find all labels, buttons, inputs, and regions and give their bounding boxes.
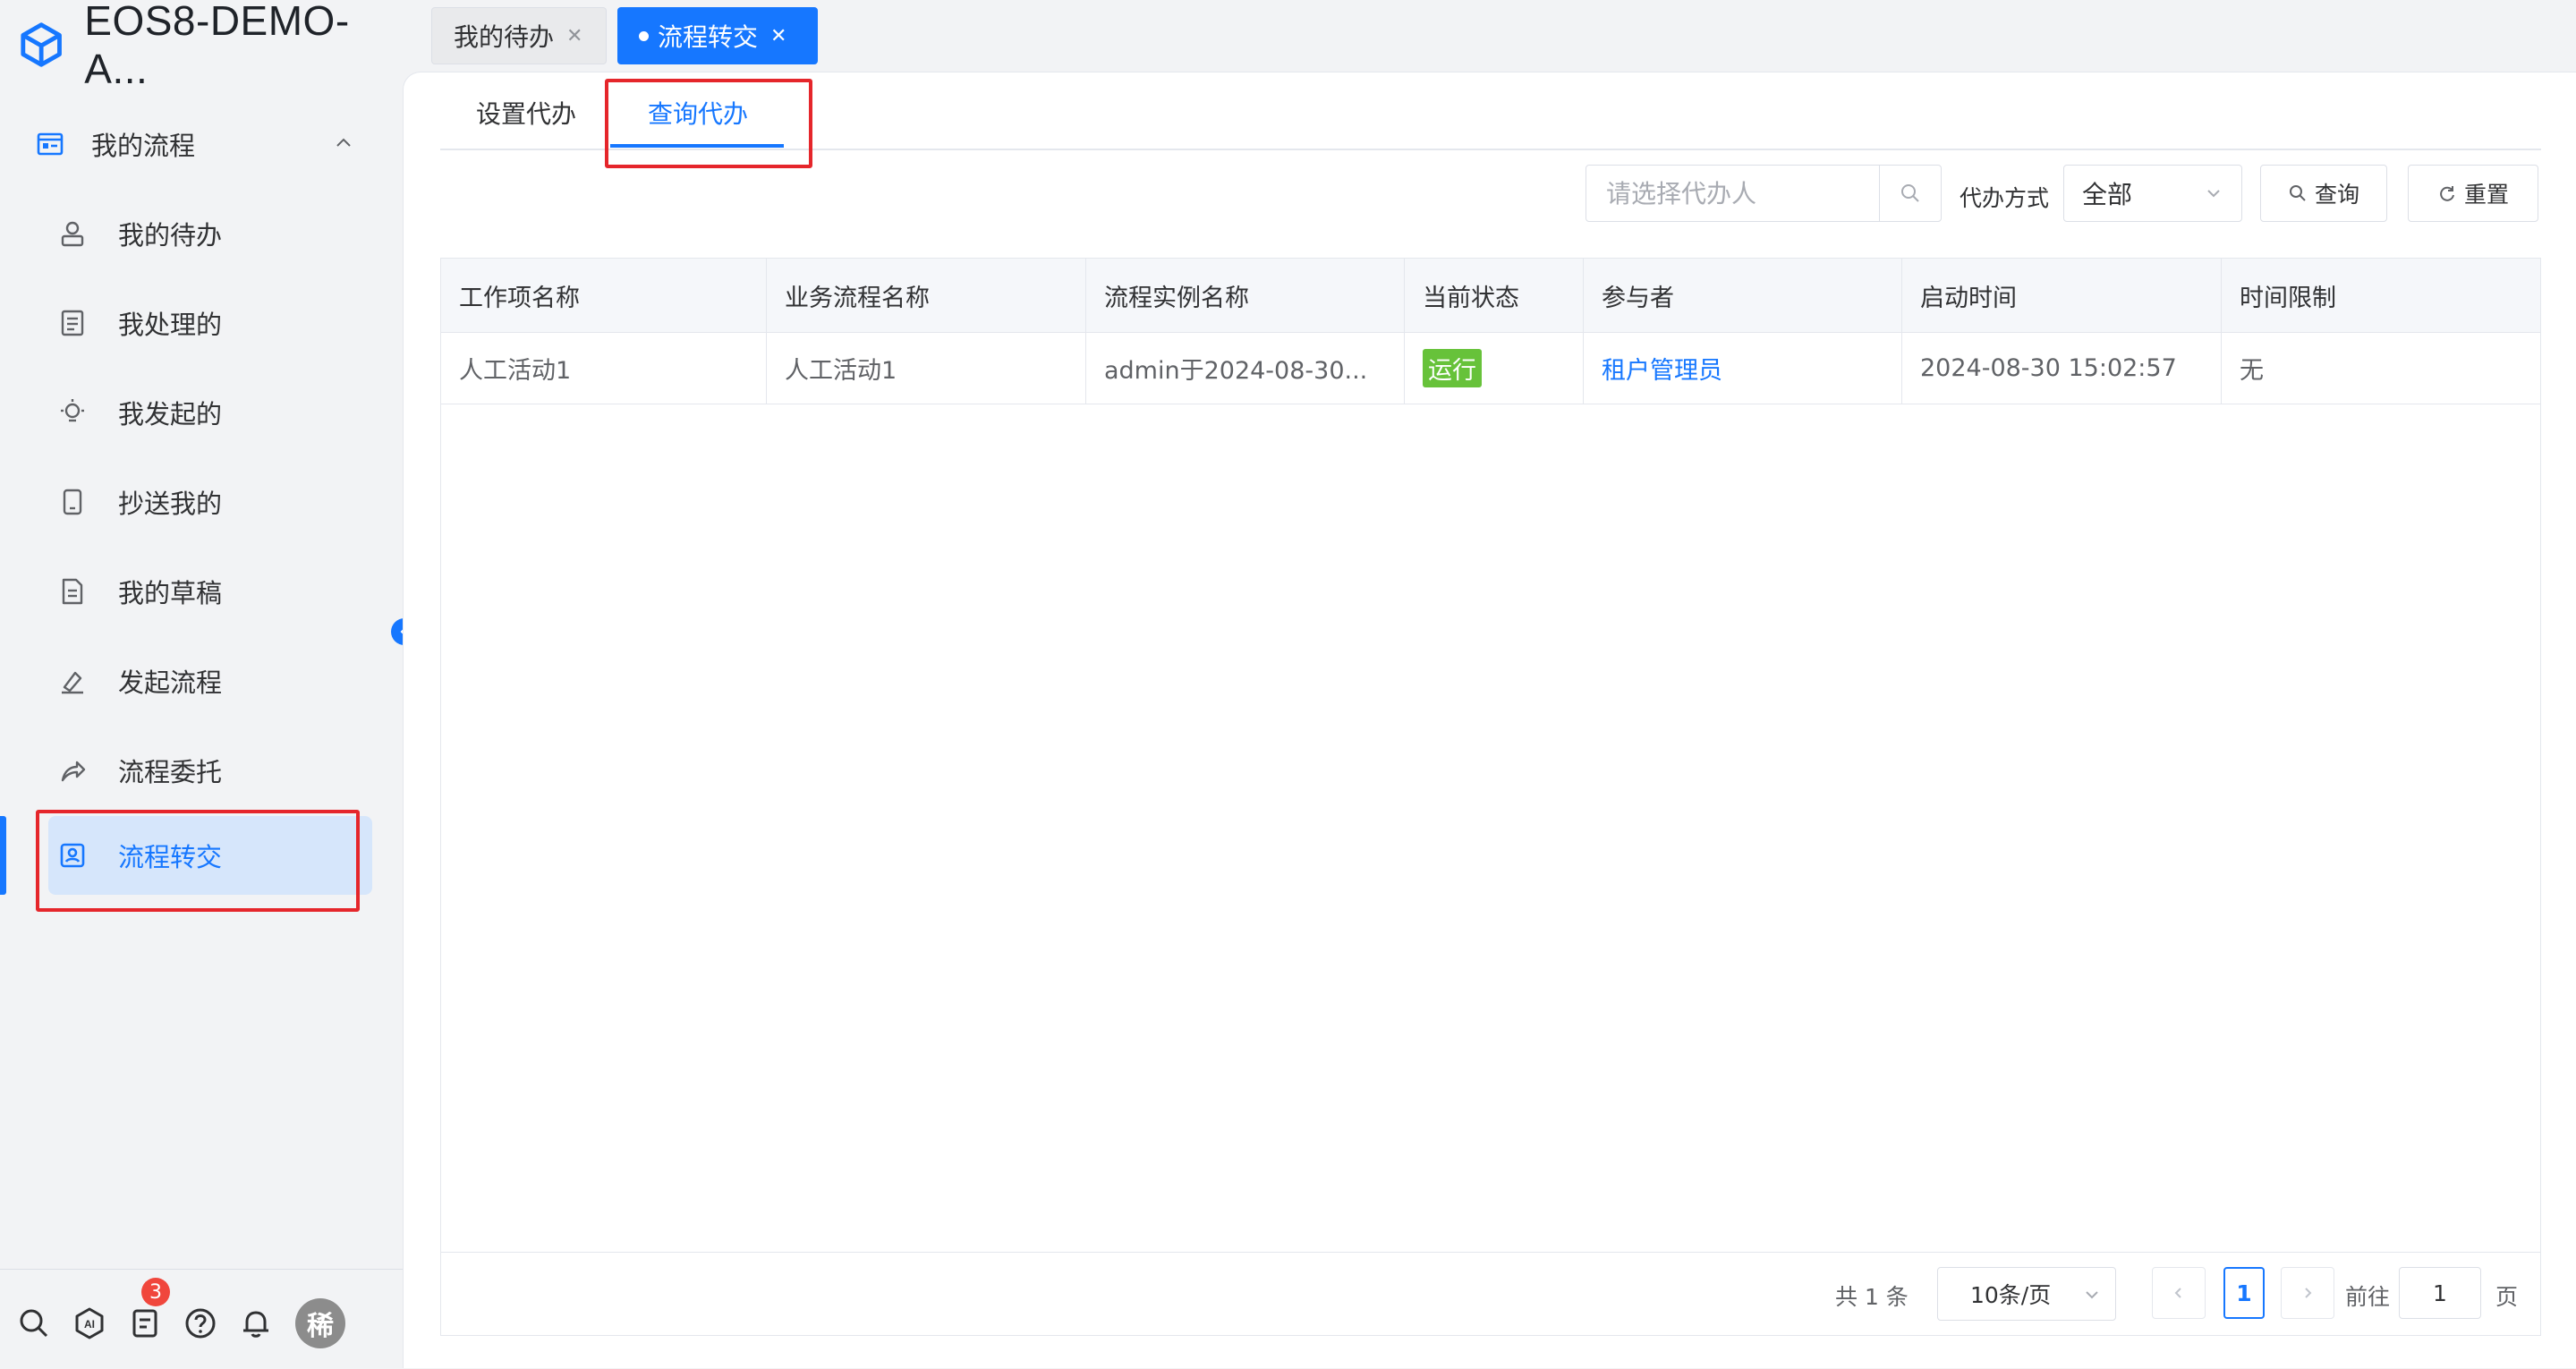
tab-process-transfer[interactable]: 流程转交 ✕ (617, 7, 818, 64)
page-number-current[interactable]: 1 (2223, 1267, 2265, 1319)
reset-button-label: 重置 (2463, 182, 2509, 208)
sidebar-item-delegate[interactable]: 流程委托 (48, 731, 372, 810)
document-icon (61, 310, 84, 336)
sidebar-item-start-process[interactable]: 发起流程 (48, 642, 372, 720)
notification-badge: 3 (141, 1278, 170, 1306)
highlight-box-subtab (605, 79, 812, 168)
pagination: 共 1 条 10条/页 1 前往 页 (441, 1252, 2540, 1336)
menu-group-my-process[interactable]: 我的流程 (36, 116, 367, 172)
sidebar-item-label: 发起流程 (118, 667, 223, 698)
page-size-select[interactable]: 10条/页 (1937, 1267, 2116, 1321)
table-row[interactable]: 人工活动1 人工活动1 admin于2024-08-30... 运行 租户管理员… (441, 332, 2540, 404)
sidebar-item-label: 我的草稿 (118, 578, 223, 608)
cell-status: 运行 (1405, 332, 1584, 404)
status-badge: 运行 (1423, 348, 1482, 387)
cube-logo-icon (21, 22, 62, 67)
agent-table: 工作项名称 业务流程名称 流程实例名称 当前状态 参与者 启动时间 时间限制 人… (440, 258, 2541, 1336)
goto-label: 前往 (2345, 1284, 2391, 1310)
cell-time-limit: 无 (2240, 356, 2264, 385)
close-icon[interactable]: ✕ (566, 25, 582, 47)
mode-select-value: 全部 (2082, 180, 2133, 209)
column-header: 启动时间 (1902, 259, 2222, 332)
cell-start-time: 2024-08-30 15:02:57 (1902, 332, 2222, 404)
pagination-total: 共 1 条 (1835, 1284, 1909, 1310)
subtab-set-agent[interactable]: 设置代办 (476, 95, 576, 131)
active-dot-icon (639, 30, 649, 41)
sidebar-item-label: 抄送我的 (118, 489, 223, 519)
help-icon[interactable] (183, 1305, 218, 1341)
chevron-right-icon (2305, 1288, 2312, 1298)
prev-page-button[interactable] (2152, 1267, 2206, 1319)
refresh-icon (2440, 186, 2454, 201)
column-header: 参与者 (1584, 259, 1902, 332)
mode-label: 代办方式 (1960, 185, 2050, 211)
menu-group-label: 我的流程 (91, 131, 196, 161)
query-button[interactable]: 查询 (2260, 165, 2387, 222)
page-suffix: 页 (2495, 1284, 2519, 1310)
next-page-button[interactable] (2281, 1267, 2334, 1319)
mode-select[interactable]: 全部 (2063, 165, 2242, 222)
tab-label: 流程转交 (658, 22, 759, 52)
cell-participant: 租户管理员 (1584, 332, 1902, 404)
search-icon (1901, 184, 1919, 202)
column-header: 时间限制 (2240, 284, 2336, 312)
brand[interactable]: EOS8-DEMO-A... (18, 0, 403, 92)
sidebar-item-label: 我发起的 (118, 399, 223, 429)
search-icon[interactable] (16, 1305, 52, 1341)
column-header: 工作项名称 (441, 259, 767, 332)
tab-my-todo[interactable]: 我的待办 ✕ (431, 7, 607, 64)
highlight-box-sidebar (36, 810, 360, 912)
tab-label: 我的待办 (454, 22, 555, 52)
ai-icon[interactable]: AI (72, 1305, 107, 1341)
bell-icon[interactable] (238, 1305, 274, 1341)
draft-icon (62, 578, 83, 605)
start-process-icon (62, 671, 83, 694)
sidebar-item-drafts[interactable]: 我的草稿 (48, 552, 372, 631)
svg-text:AI: AI (84, 1318, 95, 1331)
share-arrow-icon (61, 761, 86, 782)
reset-button[interactable]: 重置 (2408, 165, 2538, 222)
agent-search-input[interactable] (1586, 166, 1882, 221)
page-size-value: 10条/页 (1970, 1282, 2052, 1308)
cell-instance: admin于2024-08-30... (1086, 332, 1405, 404)
sidebar-item-label: 我处理的 (118, 310, 223, 340)
participant-link[interactable]: 租户管理员 (1602, 351, 1722, 386)
chevron-up-icon (336, 138, 351, 147)
lightbulb-icon (61, 399, 84, 422)
cell-work-item: 人工活动1 (441, 332, 767, 404)
chevron-down-icon (2207, 190, 2220, 198)
sidebar: EOS8-DEMO-A... 我的流程 我的待办 我处理的 我发起的 抄送我的 … (0, 0, 403, 1368)
chevron-left-icon (2174, 1288, 2181, 1298)
process-list-icon (37, 132, 64, 156)
sidebar-item-cc[interactable]: 抄送我的 (48, 463, 372, 541)
search-icon (2289, 185, 2306, 201)
sidebar-item-label: 流程委托 (118, 757, 223, 787)
avatar[interactable]: 稀 (295, 1298, 345, 1348)
sidebar-item-initiated[interactable]: 我发起的 (48, 373, 372, 452)
agent-search-button[interactable] (1879, 166, 1941, 221)
goto-page-input[interactable] (2399, 1267, 2481, 1319)
sidebar-item-label: 我的待办 (118, 220, 223, 251)
sidebar-item-handled[interactable]: 我处理的 (48, 284, 372, 362)
agent-search (1586, 165, 1942, 222)
user-icon (61, 221, 84, 247)
app-title: EOS8-DEMO-A... (84, 0, 350, 92)
column-header: 当前状态 (1405, 259, 1584, 332)
table-header: 工作项名称 业务流程名称 流程实例名称 当前状态 参与者 启动时间 时间限制 (441, 259, 2540, 333)
active-indicator (0, 816, 6, 895)
column-header: 业务流程名称 (767, 259, 1086, 332)
sidebar-item-my-todo[interactable]: 我的待办 (48, 194, 372, 273)
chevron-down-icon (2086, 1291, 2098, 1299)
query-button-label: 查询 (2314, 182, 2359, 208)
tablet-icon (63, 489, 82, 515)
column-header: 流程实例名称 (1086, 259, 1405, 332)
cell-business-process: 人工活动1 (767, 332, 1086, 404)
notes-icon[interactable] (127, 1305, 163, 1341)
close-icon[interactable]: ✕ (770, 25, 786, 47)
